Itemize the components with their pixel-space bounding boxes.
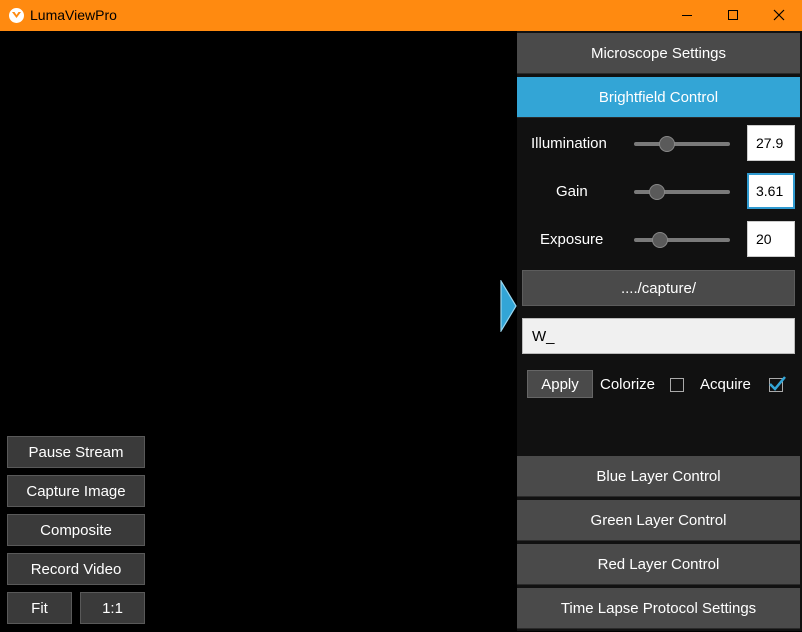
app-logo-icon	[9, 8, 24, 23]
minimize-icon	[682, 15, 692, 16]
capture-path-button[interactable]: ..../capture/	[522, 270, 795, 306]
illumination-value-field[interactable]: 27.9	[747, 125, 795, 161]
window-title: LumaViewPro	[30, 7, 117, 23]
one-to-one-button[interactable]: 1:1	[80, 592, 145, 624]
time-lapse-protocol-settings-header[interactable]: Time Lapse Protocol Settings	[517, 588, 800, 629]
exposure-slider[interactable]	[634, 232, 730, 248]
gain-slider-handle[interactable]	[649, 184, 665, 200]
settings-panel: Microscope Settings Brightfield Control …	[517, 31, 802, 631]
maximize-icon	[728, 10, 738, 20]
checkmark-icon	[769, 376, 786, 391]
illumination-slider-handle[interactable]	[659, 136, 675, 152]
composite-button[interactable]: Composite	[7, 514, 145, 546]
brightfield-control-header[interactable]: Brightfield Control	[517, 77, 800, 118]
red-layer-control-header[interactable]: Red Layer Control	[517, 544, 800, 585]
record-video-button[interactable]: Record Video	[7, 553, 145, 585]
gain-value-field[interactable]: 3.61	[747, 173, 795, 209]
minimize-button[interactable]	[664, 0, 710, 31]
exposure-slider-handle[interactable]	[652, 232, 668, 248]
gain-label: Gain	[556, 183, 588, 200]
title-bar: LumaViewPro	[0, 0, 802, 31]
microscope-settings-header[interactable]: Microscope Settings	[517, 33, 800, 74]
gain-slider[interactable]	[634, 184, 730, 200]
illumination-label: Illumination	[531, 135, 607, 152]
fit-button[interactable]: Fit	[7, 592, 72, 624]
capture-image-button[interactable]: Capture Image	[7, 475, 145, 507]
exposure-value-field[interactable]: 20	[747, 221, 795, 257]
blue-layer-control-header[interactable]: Blue Layer Control	[517, 456, 800, 497]
panel-toggle-triangle-right-icon[interactable]	[500, 280, 518, 332]
filename-input[interactable]: W_	[522, 318, 795, 354]
close-icon	[773, 9, 785, 21]
colorize-checkbox[interactable]	[670, 378, 684, 392]
close-button[interactable]	[756, 0, 802, 31]
colorize-label: Colorize	[600, 376, 656, 393]
pause-stream-button[interactable]: Pause Stream	[7, 436, 145, 468]
acquire-checkbox[interactable]	[769, 376, 786, 392]
acquire-label: Acquire	[700, 376, 751, 393]
apply-button[interactable]: Apply	[527, 370, 593, 398]
exposure-label: Exposure	[540, 231, 604, 248]
green-layer-control-header[interactable]: Green Layer Control	[517, 500, 800, 541]
illumination-slider[interactable]	[634, 136, 730, 152]
maximize-button[interactable]	[710, 0, 756, 31]
